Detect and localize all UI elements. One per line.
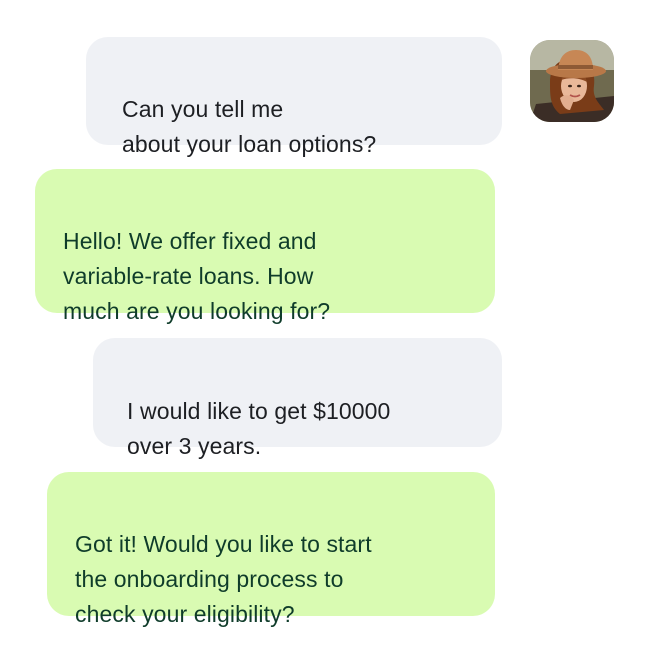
message-text: Hello! We offer fixed and variable-rate … bbox=[63, 228, 331, 324]
message-text: I would like to get $10000 over 3 years. bbox=[127, 398, 391, 459]
message-text: Can you tell me about your loan options? bbox=[122, 96, 377, 157]
bot-message-bubble: Hello! We offer fixed and variable-rate … bbox=[35, 169, 495, 324]
user-message-bubble: Can you tell me about your loan options? bbox=[86, 37, 502, 157]
message-text: Got it! Would you like to start the onbo… bbox=[75, 531, 372, 627]
bot-message-bubble: Got it! Would you like to start the onbo… bbox=[47, 472, 495, 627]
user-message-bubble: I would like to get $10000 over 3 years. bbox=[93, 338, 502, 459]
user-avatar bbox=[530, 40, 614, 122]
user-avatar-image bbox=[530, 40, 614, 122]
chat-conversation: Can you tell me about your loan options?… bbox=[0, 0, 652, 652]
